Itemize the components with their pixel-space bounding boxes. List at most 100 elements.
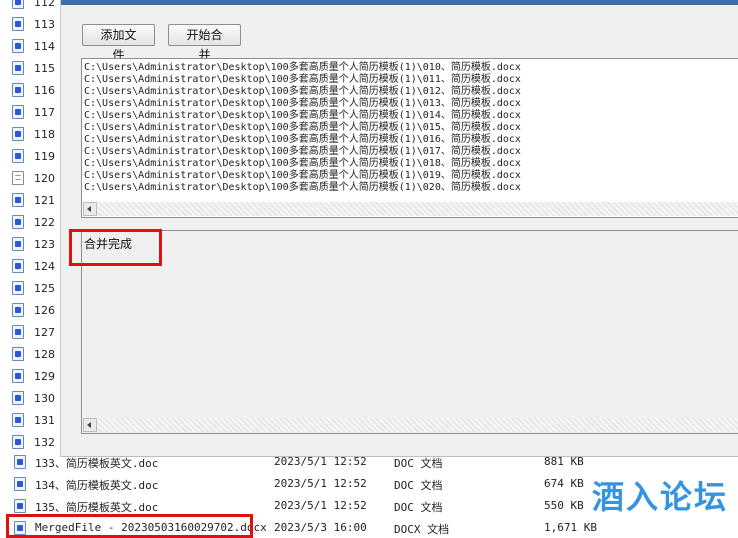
file-path-list[interactable]: C:\Users\Administrator\Desktop\100多套高质量个… [81,58,738,218]
left-list-item[interactable]: 119 [12,146,55,166]
left-list-item[interactable]: 117 [12,102,55,122]
left-list-item[interactable]: 113 [12,14,55,34]
file-path-item[interactable]: C:\Users\Administrator\Desktop\100多套高质量个… [84,62,521,74]
status-highlight-box [69,229,162,266]
left-list-item-number: 131 [34,413,55,427]
file-size: 881 KB [544,455,584,468]
word-doc-icon [12,83,24,97]
left-list-item[interactable]: 116 [12,80,55,100]
log-scroll-left-icon[interactable] [83,418,97,432]
file-size: 550 KB [544,499,584,512]
dialog-titlebar [61,0,738,5]
left-list-item[interactable]: 130 [12,388,55,408]
left-list-item-number: 128 [34,347,55,361]
word-doc-icon [12,435,24,449]
file-type: DOC 文档 [394,479,443,492]
file-path-item[interactable]: C:\Users\Administrator\Desktop\100多套高质量个… [84,146,521,158]
log-horizontal-scrollbar[interactable] [83,418,738,432]
file-path-item[interactable]: C:\Users\Administrator\Desktop\100多套高质量个… [84,158,521,170]
left-list-item-number: 121 [34,193,55,207]
word-doc-icon [12,259,24,273]
word-doc-icon [12,149,24,163]
left-list-item[interactable]: 123 [12,234,55,254]
left-list-item[interactable]: 126 [12,300,55,320]
left-list-item[interactable]: 115 [12,58,55,78]
left-list-item-number: 125 [34,281,55,295]
file-type: DOCX 文档 [394,523,450,536]
file-date: 2023/5/1 12:52 [274,499,367,512]
file-row[interactable]: 133、简历模板英文.doc 2023/5/1 12:52 DOC 文档 881 KB [0,452,738,472]
word-doc-icon [12,325,24,339]
log-output: 合并完成 [81,230,738,434]
left-list-item-number: 113 [34,17,55,31]
file-date: 2023/5/3 16:00 [274,521,367,534]
file-type: DOC 文档 [394,501,443,514]
word-doc-icon [12,303,24,317]
file-date: 2023/5/1 12:52 [274,477,367,490]
file-path-item[interactable]: C:\Users\Administrator\Desktop\100多套高质量个… [84,134,521,146]
file-date: 2023/5/1 12:52 [274,455,367,468]
left-list-item[interactable]: 127 [12,322,55,342]
file-path-item[interactable]: C:\Users\Administrator\Desktop\100多套高质量个… [84,182,521,194]
file-path-item[interactable]: C:\Users\Administrator\Desktop\100多套高质量个… [84,98,521,110]
forum-watermark: 酒入论坛 [591,478,728,516]
word-doc-icon [12,391,24,405]
file-name: 135、简历模板英文.doc [35,501,159,514]
word-doc-icon [12,0,24,9]
word-doc-icon [12,17,24,31]
left-list-item[interactable]: 128 [12,344,55,364]
word-doc-icon [14,477,26,494]
left-list-item-number: 119 [34,149,55,163]
left-list-item[interactable]: 131 [12,410,55,430]
word-doc-icon [12,61,24,75]
left-list-item[interactable]: 124 [12,256,55,276]
file-name: 133、简历模板英文.doc [35,457,159,470]
word-doc-icon [12,39,24,53]
left-file-list: 112 113 114 115 116 117 118 119 120 121 122 123 124 1… [0,0,60,452]
add-file-button[interactable]: 添加文件 [82,24,155,62]
scroll-left-icon[interactable] [83,202,97,216]
word-doc-icon [14,455,26,472]
left-list-item-number: 130 [34,391,55,405]
left-list-item[interactable]: 125 [12,278,55,298]
word-doc-icon [12,237,24,251]
word-doc-icon [12,127,24,141]
word-doc-icon [12,215,24,229]
file-size: 1,671 KB [544,521,597,534]
horizontal-scrollbar[interactable] [83,202,738,216]
left-list-item-number: 129 [34,369,55,383]
file-path-item[interactable]: C:\Users\Administrator\Desktop\100多套高质量个… [84,170,521,182]
file-name: 134、简历模板英文.doc [35,479,159,492]
left-list-item[interactable]: 118 [12,124,55,144]
file-path-item[interactable]: C:\Users\Administrator\Desktop\100多套高质量个… [84,86,521,98]
left-list-item-number: 116 [34,83,55,97]
start-merge-button[interactable]: 开始合并 [168,24,241,62]
left-list-item-number: 127 [34,325,55,339]
file-path-item[interactable]: C:\Users\Administrator\Desktop\100多套高质量个… [84,110,521,122]
word-doc-icon [12,193,24,207]
left-list-item[interactable]: 120 [12,168,55,188]
left-list-item-number: 123 [34,237,55,251]
left-list-item-number: 117 [34,105,55,119]
file-path-item[interactable]: C:\Users\Administrator\Desktop\100多套高质量个… [84,122,521,134]
left-list-item-number: 132 [34,435,55,449]
screen: 112 113 114 115 116 117 118 119 120 121 122 123 124 1… [0,0,738,538]
file-path-item[interactable]: C:\Users\Administrator\Desktop\100多套高质量个… [84,74,521,86]
left-list-item-number: 126 [34,303,55,317]
file-size: 674 KB [544,477,584,490]
word-doc-icon [12,347,24,361]
word-doc-icon [12,105,24,119]
left-list-item-number: 120 [34,171,55,185]
left-list-item[interactable]: 112 [12,0,55,12]
left-list-item[interactable]: 129 [12,366,55,386]
merged-file-highlight-box [6,514,253,538]
file-type: DOC 文档 [394,457,443,470]
word-doc-icon [12,369,24,383]
left-list-item-number: 115 [34,61,55,75]
left-list-item[interactable]: 132 [12,432,55,452]
left-list-item[interactable]: 121 [12,190,55,210]
left-list-item[interactable]: 122 [12,212,55,232]
word-doc-icon [14,455,26,469]
left-list-item-number: 114 [34,39,55,53]
left-list-item[interactable]: 114 [12,36,55,56]
